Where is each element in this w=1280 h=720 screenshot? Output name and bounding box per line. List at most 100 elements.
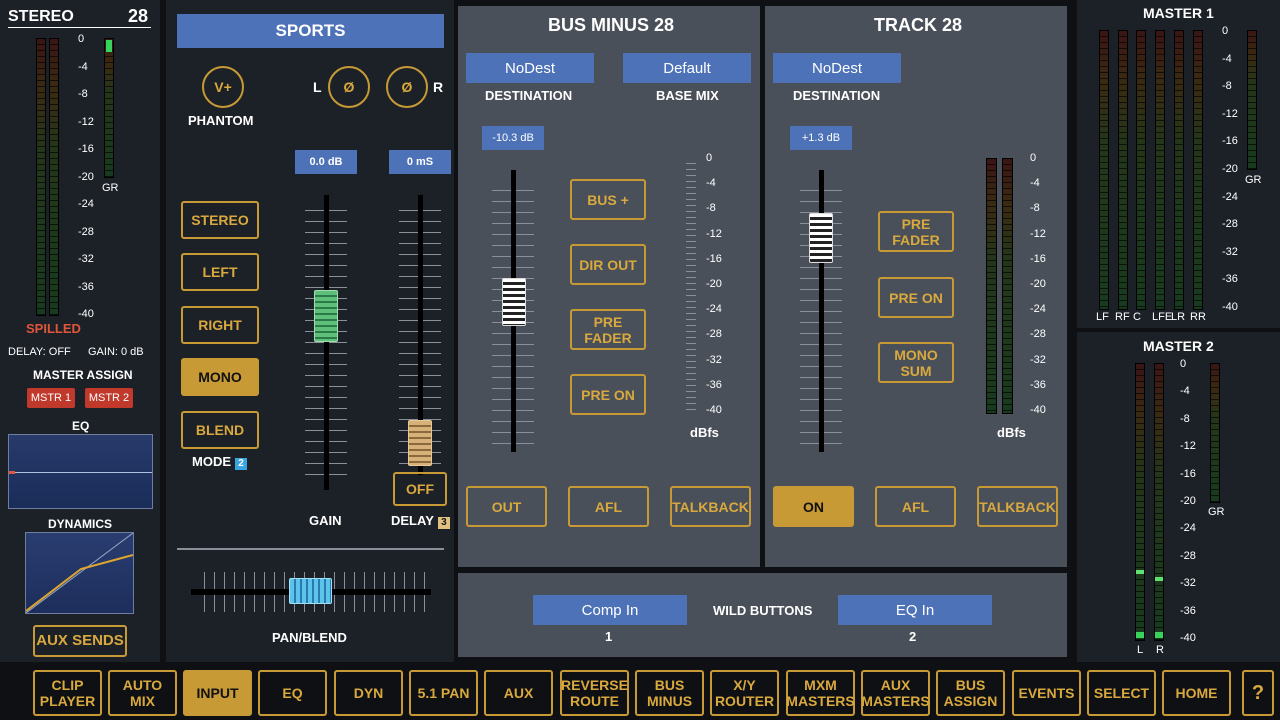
master2-peak-r — [1155, 577, 1163, 581]
master1-channel-label: LF — [1096, 311, 1109, 323]
mode-stereo-button[interactable]: STEREO — [181, 201, 259, 239]
nav-home-button[interactable]: HOME — [1162, 670, 1231, 716]
master1-channel-label: RR — [1190, 311, 1206, 323]
nav-eq-button[interactable]: EQ — [258, 670, 327, 716]
pan-slider-knob[interactable] — [289, 578, 332, 604]
scale-label: -40 — [706, 404, 722, 416]
mode-mono-button[interactable]: MONO — [181, 358, 259, 396]
phase-invert-r-button[interactable]: Ø — [386, 66, 428, 108]
stereo-title: STEREO — [8, 8, 74, 25]
bus-minus-title: BUS MINUS 28 — [548, 15, 675, 35]
bus-minus-fader-value[interactable]: -10.3 dB — [482, 126, 544, 150]
mstr2-button[interactable]: MSTR 2 — [85, 388, 133, 408]
scale-label: -32 — [1222, 245, 1238, 258]
bus-minus-pre-fader-button[interactable]: PRE FADER — [570, 309, 646, 350]
nav-aux-button[interactable]: AUX — [484, 670, 553, 716]
nav-reverse-route-button[interactable]: REVERSE ROUTE — [560, 670, 629, 716]
nav-select-button[interactable]: SELECT — [1087, 670, 1156, 716]
wild-button-1-number: 1 — [605, 629, 613, 644]
scale-label: -4 — [78, 60, 88, 73]
mode-blend-button[interactable]: BLEND — [181, 411, 259, 449]
phantom-button[interactable]: V+ — [202, 66, 244, 108]
bus-minus-talkback-button[interactable]: TALKBACK — [670, 486, 751, 527]
nav-mxm-masters-button[interactable]: MXM MASTERS — [786, 670, 855, 716]
scale-label: -24 — [78, 198, 94, 210]
nav-aux-masters-button[interactable]: AUX MASTERS — [861, 670, 930, 716]
gain-value[interactable]: 0.0 dB — [295, 150, 357, 174]
mono-sum-button[interactable]: MONO SUM — [878, 342, 954, 383]
scale-label: -36 — [1180, 604, 1196, 617]
mode-label: MODE 2 — [192, 454, 247, 470]
bus-plus-button[interactable]: BUS + — [570, 179, 646, 220]
scale-label: 0 — [1030, 152, 1037, 164]
aux-sends-button[interactable]: AUX SENDS — [33, 625, 127, 657]
mode-right-button[interactable]: RIGHT — [181, 306, 259, 344]
gain-fader-knob[interactable] — [314, 290, 338, 342]
eq-curve — [9, 472, 152, 473]
bus-minus-afl-button[interactable]: AFL — [568, 486, 649, 527]
nav-events-button[interactable]: EVENTS — [1012, 670, 1081, 716]
scale-label: -4 — [1180, 385, 1190, 398]
gain-label: GAIN — [309, 513, 342, 528]
nav-x-y-router-button[interactable]: X/Y ROUTER — [710, 670, 779, 716]
nav-input-button[interactable]: INPUT — [183, 670, 252, 716]
delay-off-button[interactable]: OFF — [393, 472, 447, 506]
bus-minus-meter-scale: 0 -4 -8 -12 -16 -20 -24 -28 -32 -36 -40 — [706, 152, 730, 418]
nav--button[interactable]: ? — [1242, 670, 1274, 716]
track-meter-l — [986, 158, 997, 414]
stereo-gr-label: GR — [102, 182, 119, 194]
nav-5-1-pan-button[interactable]: 5.1 PAN — [409, 670, 478, 716]
master1-meter-lfe — [1155, 30, 1165, 310]
nav-dyn-button[interactable]: DYN — [334, 670, 403, 716]
delay-value[interactable]: 0 mS — [389, 150, 451, 174]
input-name-button[interactable]: SPORTS — [177, 14, 444, 48]
scale-label: -32 — [1030, 353, 1046, 366]
comp-in-button[interactable]: Comp In — [533, 595, 687, 625]
scale-label: 0 — [706, 152, 713, 164]
scale-label: -8 — [706, 202, 716, 215]
master2-channel-r: R — [1156, 644, 1164, 656]
bus-minus-pre-on-button[interactable]: PRE ON — [570, 374, 646, 415]
nav-bus-minus-button[interactable]: BUS MINUS — [635, 670, 704, 716]
scale-label: -32 — [1180, 577, 1196, 590]
track-pre-fader-button[interactable]: PRE FADER — [878, 211, 954, 252]
dir-out-button[interactable]: DIR OUT — [570, 244, 646, 285]
scale-label: -24 — [1222, 190, 1238, 203]
mode-left-button[interactable]: LEFT — [181, 253, 259, 291]
eq-thumbnail[interactable] — [8, 434, 153, 509]
base-mix-button[interactable]: Default — [623, 53, 751, 83]
delay-fader-knob[interactable] — [408, 420, 432, 466]
scale-label: -32 — [706, 353, 722, 366]
bus-minus-destination-button[interactable]: NoDest — [466, 53, 594, 83]
track-fader-value[interactable]: +1.3 dB — [790, 126, 852, 150]
scale-label: 0 — [1180, 358, 1187, 370]
scale-label: 0 — [1222, 25, 1229, 37]
track-afl-button[interactable]: AFL — [875, 486, 956, 527]
scale-label: -36 — [706, 378, 722, 391]
scale-label: -24 — [706, 303, 722, 316]
track-destination-label: DESTINATION — [793, 88, 881, 103]
scale-label: -16 — [1180, 467, 1196, 480]
nav-auto-mix-button[interactable]: AUTO MIX — [108, 670, 177, 716]
track-pre-on-button[interactable]: PRE ON — [878, 277, 954, 318]
out-button[interactable]: OUT — [466, 486, 547, 527]
track-talkback-button[interactable]: TALKBACK — [977, 486, 1058, 527]
nav-bus-assign-button[interactable]: BUS ASSIGN — [936, 670, 1005, 716]
nav-clip-player-button[interactable]: CLIP PLAYER — [33, 670, 102, 716]
master2-gr-meter — [1210, 363, 1220, 503]
eq-in-button[interactable]: EQ In — [838, 595, 992, 625]
mode-label-text: MODE — [192, 454, 231, 469]
master1-channel-label: LR — [1171, 311, 1186, 323]
track-fader-knob[interactable] — [809, 213, 833, 263]
phase-invert-l-button[interactable]: Ø — [328, 66, 370, 108]
scale-label: -40 — [1180, 632, 1196, 644]
base-mix-label: BASE MIX — [656, 88, 719, 103]
stereo-title-underline — [8, 27, 151, 28]
stereo-meter-l — [36, 38, 46, 316]
dynamics-thumbnail[interactable] — [25, 532, 134, 614]
track-destination-button[interactable]: NoDest — [773, 53, 901, 83]
bus-minus-fader-knob[interactable] — [502, 278, 526, 326]
mstr1-button[interactable]: MSTR 1 — [27, 388, 75, 408]
track-on-button[interactable]: ON — [773, 486, 854, 527]
scale-label: -36 — [1222, 273, 1238, 286]
